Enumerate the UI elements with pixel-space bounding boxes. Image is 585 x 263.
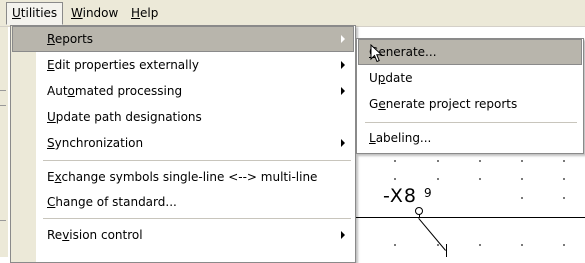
grid-dot [563,197,565,199]
menu-item-exchange-symbols[interactable]: Exchange symbols single-line <--> multi-… [13,165,353,189]
menu-separator [43,218,351,219]
grid-dot [394,178,396,180]
grid-dot [394,244,396,246]
device-tag-label: -X8 [383,185,418,207]
panel-tick [0,90,6,91]
menu-separator [43,160,351,161]
menu-item-update-path-designations[interactable]: Update path designations [13,105,353,129]
menu-item-synchronization[interactable]: Synchronization [13,131,353,155]
wire [446,244,447,257]
submenu-arrow-icon [341,87,345,95]
grid-dot [563,244,565,246]
utilities-menu: Reports Edit properties externally Autom… [10,25,356,263]
menu-item-automated-processing[interactable]: Automated processing [13,79,353,103]
submenu-arrow-icon [341,35,345,43]
grid-dot [563,178,565,180]
submenu-arrow-icon [341,139,345,147]
menu-window[interactable]: Window [66,3,123,23]
panel-tick [0,105,6,106]
menu-item-edit-properties-externally[interactable]: Edit properties externally [13,53,353,77]
grid-dot [521,178,523,180]
grid-dot [394,160,396,162]
grid-dot [521,160,523,162]
grid-dot [437,160,439,162]
submenu-item-generate[interactable]: Generate... [358,39,582,65]
pin-number-label: 9 [424,186,432,200]
grid-dot [437,244,439,246]
grid-dot [479,160,481,162]
grid-dot [563,160,565,162]
submenu-item-labeling[interactable]: Labeling... [359,126,581,150]
grid-dot [479,178,481,180]
menu-bar: Utilities Window Help [0,0,585,27]
wire [356,217,585,218]
grid-dot [437,178,439,180]
menu-utilities[interactable]: Utilities [6,2,64,25]
grid-dot [521,244,523,246]
menu-item-change-of-standard[interactable]: Change of standard... [13,190,353,214]
menu-separator [365,122,577,123]
left-panel-edge [0,27,8,257]
reports-submenu: Generate... Update Generate project repo… [356,38,584,154]
grid-dot [479,244,481,246]
menu-help[interactable]: Help [126,3,163,23]
submenu-item-update[interactable]: Update [359,66,581,90]
submenu-item-generate-project-reports[interactable]: Generate project reports [359,92,581,116]
grid-dot [521,197,523,199]
submenu-arrow-icon [341,61,345,69]
mouse-cursor-icon [370,44,383,63]
panel-tick [0,220,6,221]
submenu-arrow-icon [341,231,345,239]
menu-item-reports[interactable]: Reports [12,26,354,52]
menu-item-revision-control[interactable]: Revision control [13,223,353,247]
